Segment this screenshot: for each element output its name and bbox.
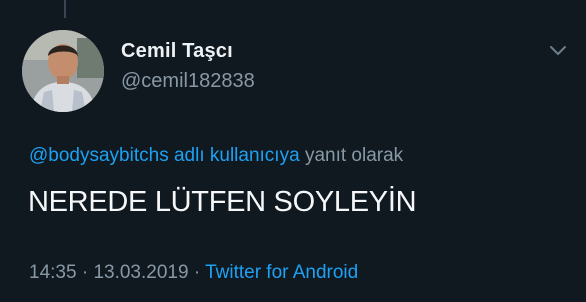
reply-mention-link[interactable]: @bodysaybitchs adlı kullanıcıya bbox=[29, 145, 300, 166]
reply-suffix: yanıt olarak bbox=[304, 145, 404, 166]
thread-connector-line bbox=[64, 0, 66, 18]
tweet-source-link[interactable]: Twitter for Android bbox=[205, 262, 358, 283]
chevron-down-icon[interactable] bbox=[549, 44, 567, 58]
tweet-text: NEREDE LÜTFEN SOYLEYİN bbox=[28, 186, 417, 218]
author-display-name[interactable]: Cemil Taşcı bbox=[121, 40, 233, 63]
avatar-photo bbox=[22, 30, 104, 112]
avatar[interactable] bbox=[22, 30, 104, 112]
meta-separator: · bbox=[81, 262, 89, 283]
tweet-time[interactable]: 14:35 bbox=[29, 262, 77, 283]
tweet-date[interactable]: 13.03.2019 bbox=[93, 262, 188, 283]
tweet-meta: 14:35 · 13.03.2019 · Twitter for Android bbox=[29, 262, 358, 284]
reply-context: @bodysaybitchs adlı kullanıcıya yanıt ol… bbox=[29, 145, 403, 167]
author-handle[interactable]: @cemil182838 bbox=[121, 70, 255, 93]
meta-separator: · bbox=[193, 262, 201, 283]
